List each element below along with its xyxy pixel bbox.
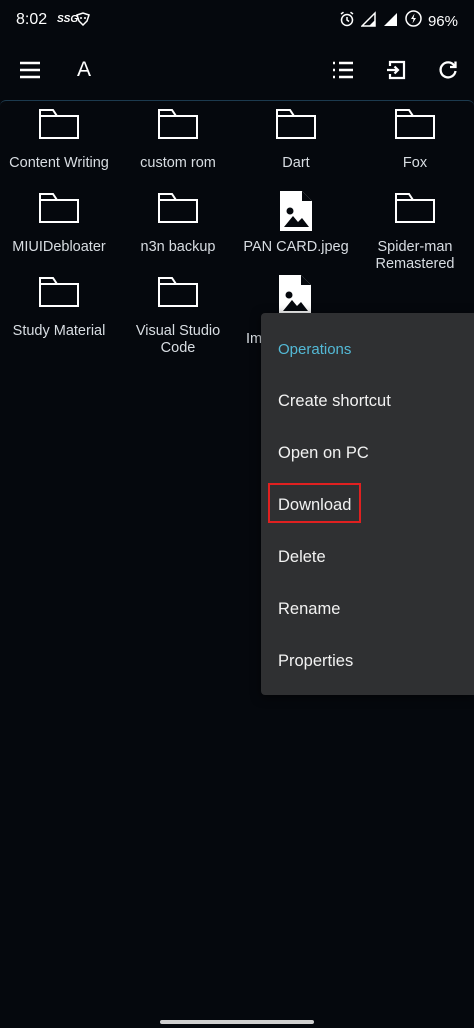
file-name: custom rom (140, 155, 216, 171)
menu-item-delete[interactable]: Delete (278, 548, 326, 567)
folder-item[interactable]: Dart (237, 105, 355, 172)
folder-item[interactable]: Visual Studio Code (119, 273, 237, 357)
refresh-button[interactable] (428, 50, 468, 90)
exit-icon (387, 60, 406, 80)
list-view-icon (333, 61, 353, 79)
alarm-icon (339, 11, 355, 32)
folder-icon (395, 109, 435, 139)
file-name: Spider-man Remastered (375, 239, 455, 272)
folder-item[interactable]: custom rom (119, 105, 237, 172)
download-highlight-box (268, 483, 361, 523)
battery-percent: 96% (427, 12, 458, 30)
folder-item[interactable]: n3n backup (119, 189, 237, 256)
image-file-icon (279, 275, 311, 315)
folder-icon (158, 109, 198, 139)
status-bar: 8:02 SSG 96% (0, 0, 474, 42)
file-name: Content Writing (9, 155, 109, 171)
folder-icon (39, 277, 79, 307)
folder-item[interactable]: Content Writing (0, 105, 118, 172)
list-view-button[interactable] (323, 50, 363, 90)
carrier-badge: SSG (57, 14, 79, 25)
menu-item-properties[interactable]: Properties (278, 652, 353, 671)
file-name: n3n backup (140, 239, 216, 255)
folder-icon (39, 193, 79, 223)
image-file-item[interactable]: PAN CARD.jpeg (237, 189, 355, 256)
status-time: 8:02 (16, 11, 48, 28)
menu-header: Operations (278, 341, 352, 358)
folder-icon (39, 109, 79, 139)
battery-saver-icon (405, 10, 422, 32)
status-right: 96% (339, 10, 458, 32)
file-name: Dart (282, 155, 310, 171)
file-name: Fox (402, 155, 428, 171)
file-name: PAN CARD.jpeg (243, 239, 349, 255)
home-indicator[interactable] (160, 1020, 314, 1024)
menu-button[interactable] (10, 50, 50, 90)
image-file-icon (280, 191, 312, 231)
menu-item-open-on-pc[interactable]: Open on PC (278, 444, 369, 463)
exit-button[interactable] (376, 50, 416, 90)
menu-icon (20, 61, 40, 79)
file-name: MIUIDebloater (12, 239, 106, 255)
file-name: Study Material (12, 323, 106, 339)
file-name: Visual Studio Code (135, 323, 221, 356)
folder-icon (158, 193, 198, 223)
menu-item-rename[interactable]: Rename (278, 600, 340, 619)
wifi-signal-icon (383, 11, 399, 32)
page-title: A (77, 58, 92, 81)
folder-item[interactable]: Spider-man Remastered (356, 189, 474, 273)
folder-icon (158, 277, 198, 307)
menu-item-create-shortcut[interactable]: Create shortcut (278, 392, 391, 411)
toolbar: A (0, 42, 474, 98)
folder-item[interactable]: MIUIDebloater (0, 189, 118, 256)
signal-icon (360, 10, 377, 32)
folder-item[interactable]: Fox (356, 105, 474, 172)
app-notification-icon (76, 12, 90, 31)
folder-item[interactable]: Study Material (0, 273, 118, 340)
folder-icon (276, 109, 316, 139)
folder-icon (395, 193, 435, 223)
refresh-icon (439, 61, 457, 79)
